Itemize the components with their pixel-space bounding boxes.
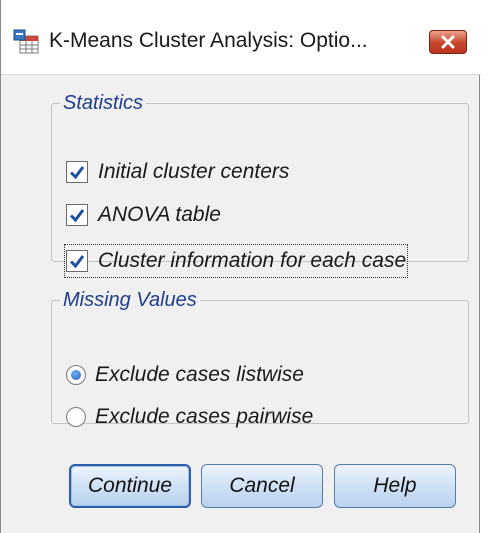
missing-values-group: Missing Values Exclude cases listwise Ex… <box>51 289 469 428</box>
cancel-button[interactable]: Cancel <box>201 464 323 508</box>
cluster-information-label: Cluster information for each case <box>98 249 407 272</box>
close-button[interactable] <box>429 30 467 54</box>
spss-table-icon <box>13 28 39 54</box>
checkbox-box[interactable] <box>66 204 88 226</box>
check-icon <box>69 255 85 269</box>
radio-button[interactable] <box>66 365 86 385</box>
exclude-listwise-radio[interactable]: Exclude cases listwise <box>66 360 304 390</box>
exclude-listwise-label: Exclude cases listwise <box>95 363 304 386</box>
kmeans-options-dialog: K-Means Cluster Analysis: Optio... Stati… <box>0 0 481 533</box>
initial-cluster-centers-checkbox[interactable]: Initial cluster centers <box>66 157 289 187</box>
continue-button[interactable]: Continue <box>69 464 191 508</box>
checkbox-box[interactable] <box>66 161 88 183</box>
initial-cluster-centers-label: Initial cluster centers <box>98 160 290 183</box>
exclude-pairwise-radio[interactable]: Exclude cases pairwise <box>66 402 313 432</box>
checkbox-box[interactable] <box>66 250 88 272</box>
close-icon <box>441 35 455 49</box>
radio-selected-dot <box>71 370 81 380</box>
cluster-information-checkbox[interactable]: Cluster information for each case <box>63 244 409 278</box>
anova-table-checkbox[interactable]: ANOVA table <box>66 200 221 230</box>
check-icon <box>69 166 85 180</box>
missing-values-legend: Missing Values <box>63 289 197 311</box>
statistics-legend: Statistics <box>63 92 144 114</box>
check-icon <box>69 209 85 223</box>
statistics-group: Statistics Initial cluster centers ANOVA… <box>51 92 469 278</box>
radio-button[interactable] <box>66 407 86 427</box>
exclude-pairwise-label: Exclude cases pairwise <box>95 405 314 428</box>
title-bar[interactable]: K-Means Cluster Analysis: Optio... <box>1 0 481 75</box>
anova-table-label: ANOVA table <box>98 203 221 226</box>
window-title: K-Means Cluster Analysis: Optio... <box>49 29 368 52</box>
help-button[interactable]: Help <box>334 464 456 508</box>
